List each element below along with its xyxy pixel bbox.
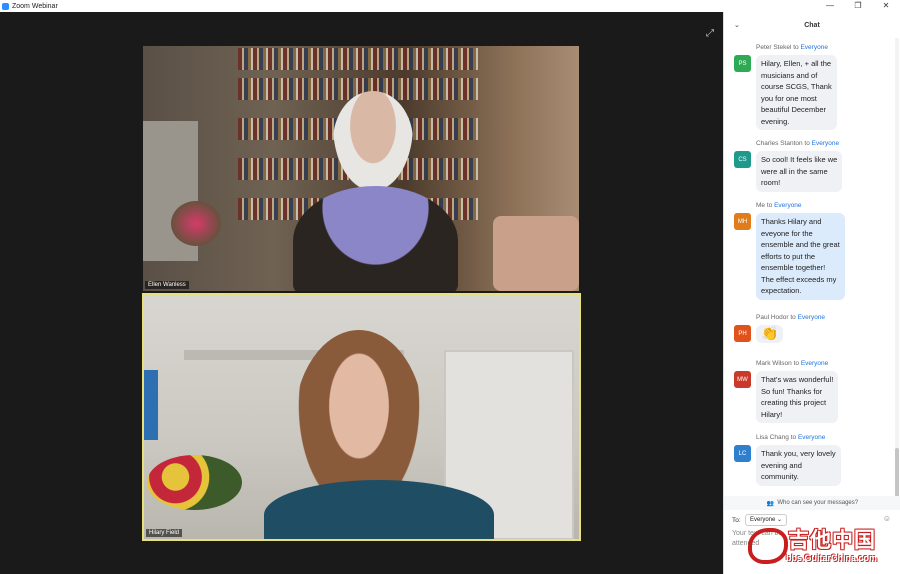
- video-tile-hilary[interactable]: Hilary Field: [142, 293, 581, 541]
- watermark-main-text: 吉他中国: [788, 529, 876, 552]
- message-text-line: Thank you, very lovely: [761, 449, 836, 458]
- sender-name: Peter Stekel: [756, 44, 792, 51]
- title-bar: Zoom Webinar — ❐ ✕: [0, 0, 900, 12]
- message-text-line: evening.: [761, 116, 790, 126]
- sender-name: Mark Wilson: [756, 360, 792, 367]
- chat-title: Chat: [804, 21, 820, 29]
- message-sender-line: Peter Stekel to Everyone: [756, 44, 828, 51]
- message-text-line: So cool! It feels like we: [761, 155, 838, 164]
- who-can-see-link[interactable]: 👥 Who can see your messages?: [724, 496, 900, 510]
- message-text-line: That's was wonderful!: [761, 375, 834, 384]
- recipient-name: Everyone: [797, 314, 826, 321]
- watermark-sub-text: bbs.GuitarChina.com: [786, 553, 878, 563]
- participant-head: [333, 91, 413, 191]
- avatar: MW: [734, 371, 751, 388]
- to-word: to: [791, 360, 801, 367]
- sender-name: Me: [756, 202, 766, 209]
- chat-scrollbar[interactable]: [895, 38, 899, 502]
- message-text-line: were all in the same: [761, 166, 828, 176]
- message-text-line: efforts to put the: [761, 251, 816, 261]
- to-word: to: [788, 314, 798, 321]
- people-icon: 👥: [766, 500, 775, 507]
- sender-name: Lisa Chang: [756, 434, 789, 441]
- scrollbar-thumb[interactable]: [895, 448, 899, 498]
- window-controls: — ❐ ✕: [816, 0, 900, 12]
- who-can-see-label: Who can see your messages?: [777, 500, 859, 506]
- to-word: to: [788, 434, 798, 441]
- recipient-name: Everyone: [797, 434, 826, 441]
- message-text-line: expectation.: [761, 286, 802, 295]
- message-sender-line: Me to Everyone: [756, 202, 802, 209]
- close-button[interactable]: ✕: [872, 0, 900, 12]
- flower-plant: [171, 201, 221, 246]
- window-title: Zoom Webinar: [12, 2, 58, 10]
- message-text-line: community.: [761, 472, 799, 481]
- wall-picture: [144, 370, 158, 440]
- message-text-line: beautiful December: [761, 105, 827, 114]
- sender-name: Paul Hodor: [756, 314, 789, 321]
- guitar-logo-icon: [748, 528, 788, 564]
- message-bubble: 👏: [756, 325, 784, 343]
- recipient-name: Everyone: [800, 360, 829, 367]
- message-bubble: Hilary, Ellen, + all the musicians and of…: [756, 55, 837, 130]
- message-text-line: 👏: [761, 325, 779, 341]
- message-bubble: Thank you, very lovely evening and communi…: [756, 445, 841, 486]
- message-text-line: ensemble and the great: [761, 240, 840, 249]
- chat-panel: ⌄ Chat Peter Stekel to Everyone PS Hilary,…: [723, 12, 900, 574]
- avatar: MH: [734, 213, 751, 230]
- message-text-line: Hilary!: [761, 409, 783, 419]
- message-text-line: eveyone for the: [761, 228, 813, 238]
- to-word: to: [765, 202, 775, 209]
- message-text-line: The effect exceeds my: [761, 274, 837, 284]
- participant-body: [264, 480, 494, 539]
- message-text-line: So fun! Thanks for: [761, 386, 823, 396]
- to-word: to: [802, 140, 812, 147]
- minimize-button[interactable]: —: [816, 0, 844, 12]
- expand-icon[interactable]: ⤢: [706, 28, 714, 39]
- participant-name-label: Ellen Wanless: [145, 281, 189, 289]
- message-text-line: musicians and of: [761, 70, 818, 80]
- chat-header: ⌄ Chat: [724, 12, 900, 38]
- avatar: CS: [734, 151, 751, 168]
- recipient-name: Everyone: [774, 202, 802, 209]
- message-text-line: Hilary, Ellen, + all the: [761, 59, 832, 68]
- message-bubble: So cool! It feels like we were all in the…: [756, 151, 843, 192]
- message-text-line: you for one most: [761, 93, 817, 103]
- video-tile-ellen[interactable]: Ellen Wanless: [143, 46, 579, 291]
- message-sender-line: Charles Stanton to Everyone: [756, 140, 839, 147]
- avatar: LC: [734, 445, 751, 462]
- message-sender-line: Paul Hodor to Everyone: [756, 314, 825, 321]
- message-bubble: That's was wonderful! So fun! Thanks for c…: [756, 371, 839, 423]
- message-text-line: course SCGS, Thank: [761, 82, 832, 91]
- message-sender-line: Mark Wilson to Everyone: [756, 360, 828, 367]
- collapse-chevron-icon[interactable]: ⌄: [734, 21, 740, 29]
- message-text-line: Thanks Hilary and: [761, 217, 822, 226]
- avatar: PS: [734, 55, 751, 72]
- participant-body: [293, 186, 458, 291]
- message-bubble: Thanks Hilary and eveyone for the ensemble…: [756, 213, 845, 300]
- sofa: [493, 216, 579, 291]
- recipient-name: Everyone: [811, 140, 840, 147]
- message-text-line: creating this project: [761, 398, 827, 407]
- message-text-line: evening and: [761, 460, 802, 470]
- message-text-line: room!: [761, 178, 781, 187]
- restore-button[interactable]: ❐: [844, 0, 872, 12]
- message-text-line: ensemble together!: [761, 263, 826, 272]
- watermark-logo: 吉他中国 bbs.GuitarChina.com: [740, 522, 900, 574]
- bookshelf: [238, 48, 478, 70]
- flower-bouquet: [147, 455, 242, 510]
- recipient-name: Everyone: [800, 44, 828, 51]
- message-sender-line: Lisa Chang to Everyone: [756, 434, 825, 441]
- participant-name-label: Hilary Field: [146, 529, 183, 537]
- zoom-logo-icon: [2, 2, 9, 10]
- sender-name: Charles Stanton: [756, 140, 803, 147]
- avatar: PH: [734, 325, 751, 342]
